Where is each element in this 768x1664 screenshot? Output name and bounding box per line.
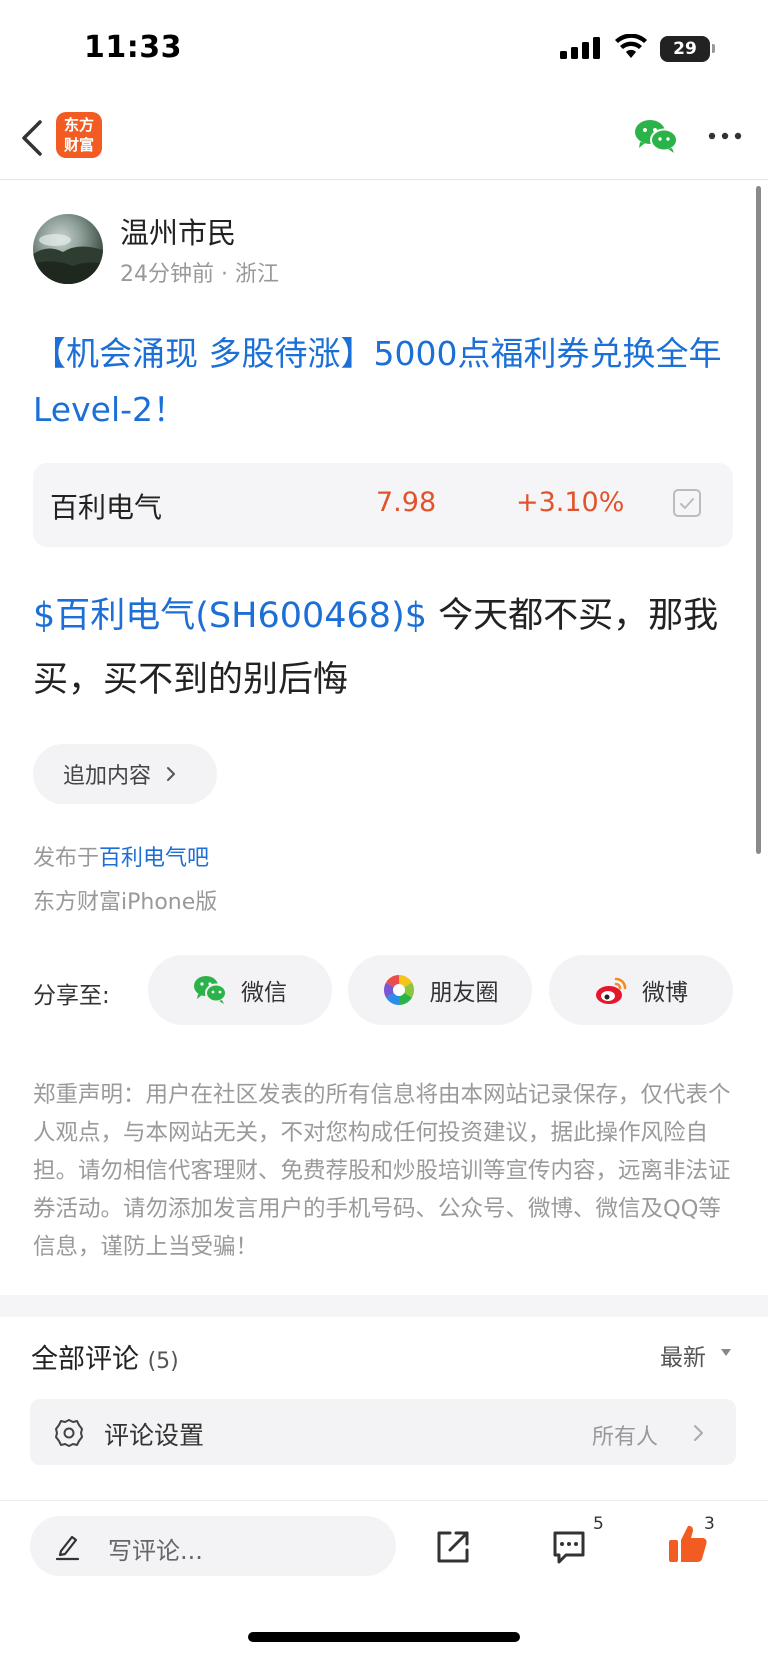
nav-divider <box>0 179 768 180</box>
settings-label: 评论设置 <box>104 1421 205 1450</box>
post-meta: 24分钟前 · 浙江 <box>120 262 279 287</box>
signal-icon <box>560 37 600 59</box>
home-indicator <box>248 1632 520 1642</box>
avatar-landscape-image <box>33 234 103 284</box>
share-wechat-label: 微信 <box>241 980 287 1006</box>
pencil-icon <box>55 1535 80 1561</box>
sort-dropdown[interactable]: 最新 <box>660 1338 706 1372</box>
avatar[interactable] <box>33 214 103 284</box>
back-icon[interactable] <box>18 118 48 158</box>
comment-icon[interactable] <box>550 1528 588 1566</box>
more-icon[interactable] <box>706 126 744 146</box>
add-content-label: 追加内容 <box>63 764 152 789</box>
post-title[interactable]: 【机会涌现 多股待涨】5000点福利券兑换全年Level-2！ <box>33 326 733 438</box>
status-time: 11:33 <box>84 30 182 65</box>
gear-icon <box>55 1419 83 1447</box>
battery-icon: 29 <box>660 36 710 62</box>
share-moments-label: 朋友圈 <box>429 980 499 1006</box>
add-content-button[interactable]: 追加内容 <box>33 744 217 804</box>
share-moments-button[interactable]: 朋友圈 <box>348 955 532 1025</box>
stock-change: +3.10% <box>516 487 625 518</box>
publish-prefix: 发布于 <box>33 846 100 871</box>
moments-icon <box>383 975 414 1005</box>
scrollbar[interactable] <box>756 186 761 854</box>
weibo-icon <box>596 977 627 1004</box>
share-label: 分享至: <box>33 983 110 1009</box>
chevron-right-icon <box>694 1425 703 1441</box>
share-weibo-label: 微博 <box>642 980 688 1006</box>
stock-price: 7.98 <box>376 487 437 518</box>
comment-count-badge: 5 <box>593 1514 604 1534</box>
check-icon <box>680 498 694 509</box>
watchlist-checkbox[interactable] <box>673 489 701 517</box>
wechat-icon <box>194 976 227 1004</box>
comments-title: 全部评论 <box>31 1344 139 1375</box>
comments-count: (5) <box>147 1349 179 1374</box>
share-icon[interactable] <box>434 1528 472 1566</box>
client-line: 东方财富iPhone版 <box>33 890 218 915</box>
wifi-icon <box>615 34 647 58</box>
disclaimer: 郑重声明：用户在社区发表的所有信息将由本网站记录保存，仅代表个人观点，与本网站无… <box>33 1082 731 1260</box>
logo-line1: 东方 <box>63 116 94 134</box>
battery-tip <box>712 44 715 53</box>
wechat-icon[interactable] <box>634 118 678 154</box>
chevron-right-icon <box>167 767 176 781</box>
compose-placeholder[interactable]: 写评论... <box>108 1531 203 1566</box>
section-divider <box>0 1295 768 1317</box>
publish-line: 发布于百利电气吧 <box>33 840 209 872</box>
like-count-badge: 3 <box>704 1514 715 1534</box>
post-body: $百利电气(SH600468)$ 今天都不买，那我买，买不到的别后悔 <box>33 584 743 712</box>
share-weibo-button[interactable]: 微博 <box>549 955 733 1025</box>
stock-link[interactable]: $百利电气(SH600468)$ <box>33 596 427 636</box>
share-wechat-button[interactable]: 微信 <box>148 955 332 1025</box>
comments-header: 全部评论 (5) <box>31 1337 179 1376</box>
logo-line2: 财富 <box>63 136 94 154</box>
compose-input[interactable] <box>30 1516 396 1576</box>
forum-link[interactable]: 百利电气吧 <box>99 846 209 871</box>
caret-down-icon[interactable] <box>720 1348 732 1358</box>
app-logo[interactable]: 东方 财富 <box>56 112 102 158</box>
settings-value: 所有人 <box>592 1425 659 1450</box>
stock-name: 百利电气 <box>50 491 163 524</box>
author-name[interactable]: 温州市民 <box>120 210 236 252</box>
